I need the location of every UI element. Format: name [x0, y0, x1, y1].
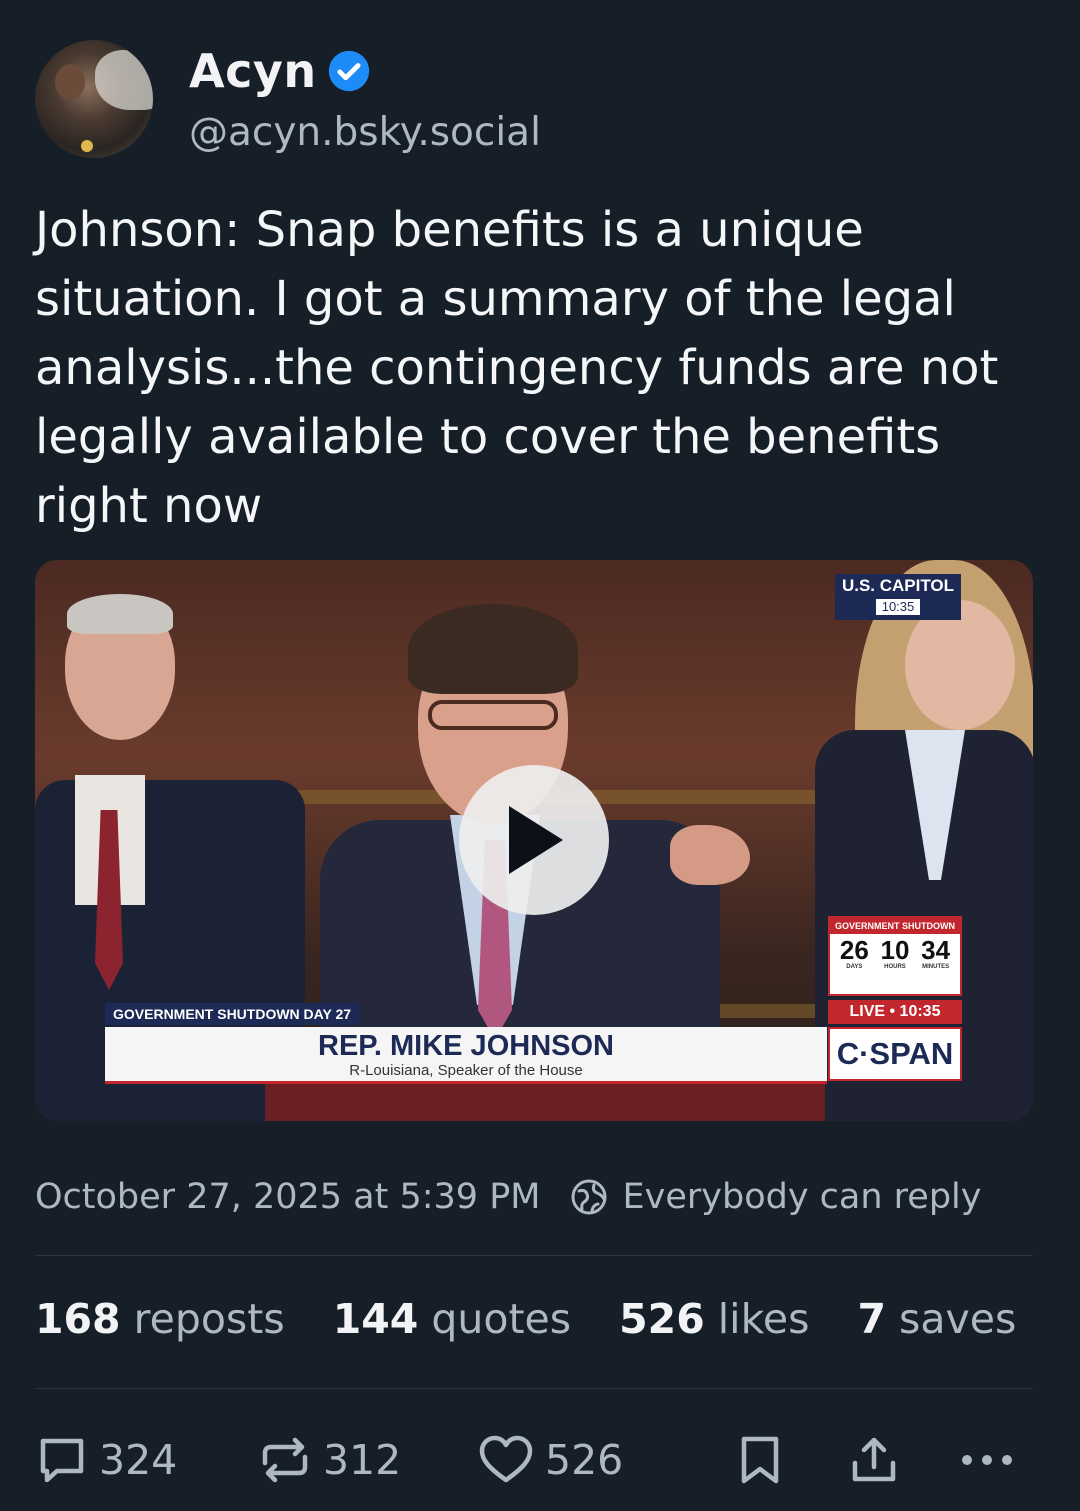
- bookmark-button[interactable]: [735, 1425, 795, 1495]
- reply-count: 324: [99, 1436, 178, 1484]
- play-icon: [509, 806, 563, 874]
- chyron-tag: GOVERNMENT SHUTDOWN DAY 27: [105, 1003, 360, 1025]
- globe-icon: [571, 1179, 607, 1215]
- chyron: REP. MIKE JOHNSON R-Louisiana, Speaker o…: [105, 1027, 827, 1084]
- countdown-label: HOURS: [884, 964, 906, 970]
- chyron-name: REP. MIKE JOHNSON: [318, 1030, 614, 1062]
- divider: [35, 1388, 1033, 1389]
- post-text: Johnson: Snap benefits is a unique situa…: [35, 202, 999, 534]
- reposts-label: reposts: [133, 1295, 285, 1343]
- countdown-value: 26: [839, 935, 869, 965]
- more-options-button[interactable]: [957, 1425, 1027, 1495]
- network-logo: C·SPAN: [828, 1027, 962, 1081]
- bookmark-icon: [741, 1436, 779, 1484]
- reply-icon: [40, 1438, 84, 1483]
- author-display-name[interactable]: Acyn: [189, 44, 317, 98]
- reply-setting[interactable]: Everybody can reply: [623, 1177, 982, 1217]
- likes-count: 526: [619, 1295, 705, 1343]
- saves-count: 7: [857, 1295, 886, 1343]
- share-icon: [852, 1437, 896, 1482]
- reposts-count: 168: [35, 1295, 121, 1343]
- reposts-stat[interactable]: 168 reposts: [35, 1295, 285, 1343]
- quotes-stat[interactable]: 144 quotes: [333, 1295, 571, 1343]
- more-options-icon: [962, 1455, 1012, 1465]
- play-button[interactable]: [459, 765, 609, 915]
- countdown-minutes: 34 MINUTES: [921, 936, 950, 970]
- likes-label: likes: [717, 1295, 810, 1343]
- quotes-label: quotes: [431, 1295, 572, 1343]
- shutdown-countdown: GOVERNMENT SHUTDOWN 26 DAYS 10 HOURS 34 …: [828, 916, 962, 996]
- like-button[interactable]: 526: [477, 1425, 623, 1495]
- shutdown-header: GOVERNMENT SHUTDOWN: [830, 918, 960, 934]
- author-name-row: Acyn: [189, 44, 371, 98]
- countdown-days: 26 DAYS: [840, 936, 869, 970]
- location-tag: U.S. CAPITOL 10:35: [835, 574, 961, 620]
- repost-button[interactable]: 312: [257, 1425, 401, 1495]
- post-timestamp[interactable]: October 27, 2025 at 5:39 PM: [35, 1177, 541, 1217]
- like-count: 526: [545, 1436, 624, 1484]
- heart-icon: [479, 1435, 533, 1483]
- countdown-hours: 10 HOURS: [881, 936, 910, 970]
- countdown-label: MINUTES: [922, 964, 950, 970]
- location-time: 10:35: [875, 599, 921, 615]
- repost-count: 312: [323, 1436, 402, 1484]
- share-button[interactable]: [847, 1425, 911, 1495]
- divider: [35, 1255, 1033, 1256]
- author-handle[interactable]: @acyn.bsky.social: [189, 110, 541, 155]
- verified-check-icon[interactable]: [327, 49, 371, 93]
- live-indicator: LIVE • 10:35: [828, 1000, 962, 1024]
- likes-stat[interactable]: 526 likes: [619, 1295, 809, 1343]
- quotes-count: 144: [332, 1295, 419, 1343]
- chyron-subtitle: R-Louisiana, Speaker of the House: [349, 1062, 583, 1079]
- countdown-value: 34: [921, 935, 951, 965]
- location-label: U.S. CAPITOL: [841, 576, 955, 595]
- reply-button[interactable]: 324: [35, 1425, 177, 1495]
- avatar[interactable]: [35, 40, 153, 158]
- saves-stat[interactable]: 7 saves: [857, 1295, 1016, 1343]
- countdown-value: 10: [880, 935, 910, 965]
- post-header: Acyn @acyn.bsky.social: [35, 40, 1035, 160]
- repost-icon: [262, 1437, 308, 1483]
- video-player[interactable]: U.S. CAPITOL 10:35 GOVERNMENT SHUTDOWN 2…: [35, 560, 1033, 1121]
- action-bar: 324 312 526: [35, 1425, 1035, 1495]
- saves-label: saves: [899, 1295, 1017, 1343]
- engagement-stats: 168 reposts 144 quotes 526 likes 7 saves: [35, 1295, 1035, 1343]
- post-meta: October 27, 2025 at 5:39 PM Everybody ca…: [35, 1170, 1035, 1224]
